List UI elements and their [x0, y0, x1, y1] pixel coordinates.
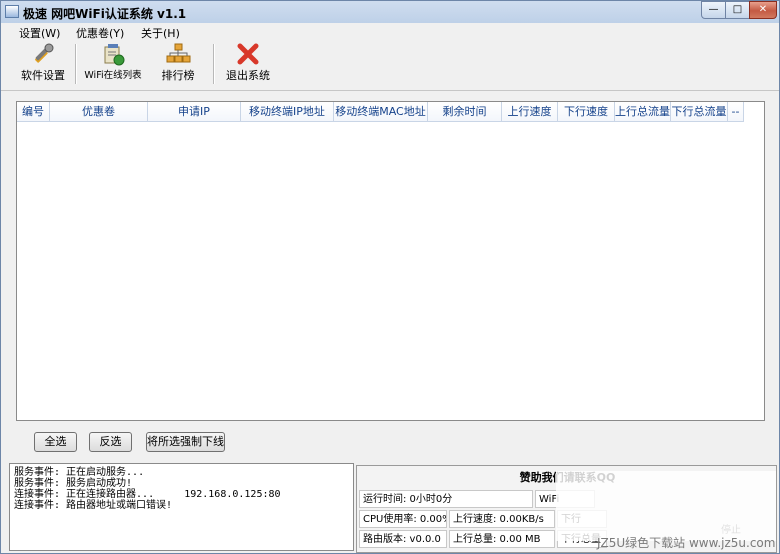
- watermark-text: JZ5U绿色下载站 www.jz5u.com: [597, 536, 776, 550]
- toolbar: 软件设置 WiFi在线列表 排行榜 退出系统: [1, 40, 779, 91]
- router-version: 路由版本: v0.0.0: [359, 530, 447, 548]
- window-title: 极速 网吧WiFi认证系统 v1.1: [23, 7, 187, 21]
- column-header[interactable]: --: [728, 102, 744, 122]
- event-log[interactable]: 服务事件: 正在启动服务... 服务事件: 服务启动成功! 连接事件: 正在连接…: [9, 463, 354, 551]
- log-line: 连接事件: 路由器地址或端口错误!: [14, 500, 173, 511]
- tool-label: 软件设置: [21, 69, 65, 82]
- column-header[interactable]: 申请IP: [148, 102, 241, 122]
- column-header[interactable]: 优惠卷: [50, 102, 148, 122]
- ranking-icon: [166, 43, 191, 63]
- ranking-button[interactable]: 排行榜: [155, 41, 201, 85]
- upload-speed: 上行速度: 0.00KB/s: [449, 510, 555, 528]
- column-header[interactable]: 剩余时间: [428, 102, 502, 122]
- maximize-button[interactable]: □: [725, 1, 750, 19]
- tool-label: WiFi在线列表: [84, 70, 142, 81]
- column-header[interactable]: 移动终端IP地址: [241, 102, 334, 122]
- log-line: 服务事件: 正在启动服务...: [14, 467, 145, 478]
- app-window: 极速 网吧WiFi认证系统 v1.1 — □ ✕ 设置(W) 优惠卷(Y) 关于…: [0, 0, 780, 554]
- wifi-online-list-button[interactable]: WiFi在线列表: [81, 41, 145, 85]
- minimize-button[interactable]: —: [701, 1, 726, 19]
- close-button[interactable]: ✕: [749, 1, 777, 19]
- exit-system-button[interactable]: 退出系统: [223, 41, 273, 85]
- upload-total: 上行总量: 0.00 MB: [449, 530, 555, 548]
- column-header[interactable]: 上行总流量: [615, 102, 671, 122]
- column-header[interactable]: 编号: [17, 102, 50, 122]
- toolbar-separator: [75, 44, 77, 84]
- tool-label: 排行榜: [161, 69, 195, 82]
- software-settings-button[interactable]: 软件设置: [15, 41, 71, 85]
- wifi-list-icon: [104, 44, 125, 66]
- log-line: 服务事件: 服务启动成功!: [14, 478, 133, 489]
- force-offline-button[interactable]: 将所选强制下线: [146, 432, 225, 452]
- select-all-button[interactable]: 全选: [34, 432, 77, 452]
- log-line: 连接事件: 正在连接路由器... 192.168.0.125:80: [14, 489, 281, 500]
- column-header[interactable]: 下行总流量: [671, 102, 728, 122]
- menu-about[interactable]: 关于(H): [141, 25, 180, 41]
- menu-coupons[interactable]: 优惠卷(Y): [76, 25, 124, 41]
- app-icon: [5, 5, 19, 18]
- menu-settings[interactable]: 设置(W): [19, 25, 60, 41]
- table-header: 编号 优惠卷 申请IP 移动终端IP地址 移动终端MAC地址 剩余时间 上行速度…: [17, 102, 764, 124]
- tool-label: 退出系统: [226, 69, 270, 82]
- online-device-list[interactable]: 编号 优惠卷 申请IP 移动终端IP地址 移动终端MAC地址 剩余时间 上行速度…: [16, 101, 765, 421]
- run-time: 运行时间: 0小时0分: [359, 490, 533, 508]
- column-header[interactable]: 下行速度: [558, 102, 615, 122]
- invert-selection-button[interactable]: 反选: [89, 432, 132, 452]
- cpu-usage: CPU使用率: 0.00%: [359, 510, 447, 528]
- settings-tools-icon: [35, 43, 54, 63]
- exit-icon: [237, 43, 259, 65]
- toolbar-separator: [213, 44, 215, 84]
- watermark-overlay: [556, 471, 776, 541]
- column-header[interactable]: 上行速度: [502, 102, 558, 122]
- title-bar: 极速 网吧WiFi认证系统 v1.1 — □ ✕: [1, 1, 779, 23]
- menu-bar: 设置(W) 优惠卷(Y) 关于(H): [1, 23, 779, 40]
- column-header[interactable]: 移动终端MAC地址: [334, 102, 428, 122]
